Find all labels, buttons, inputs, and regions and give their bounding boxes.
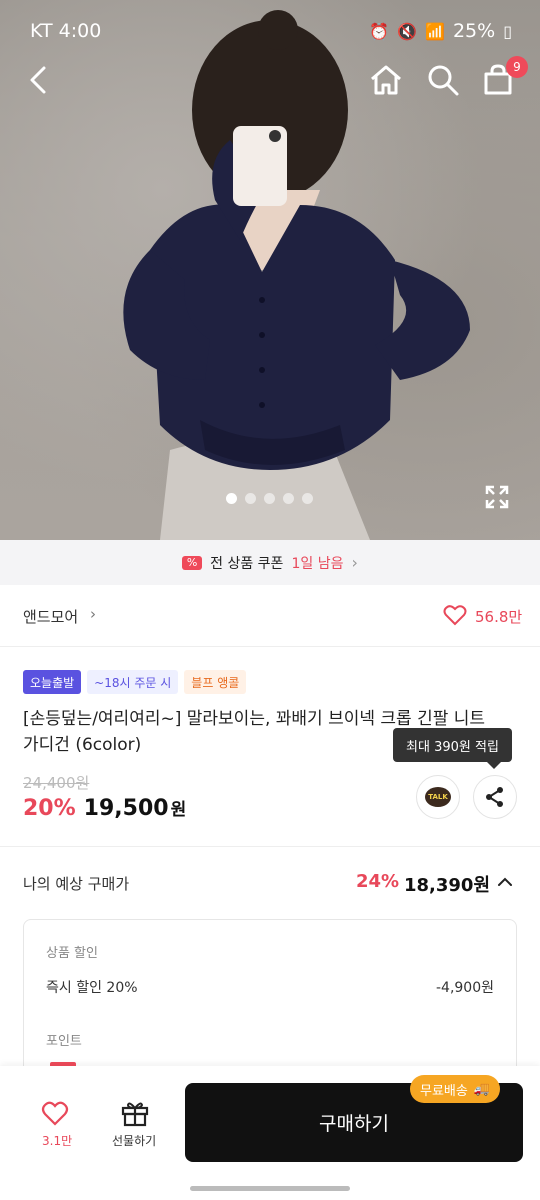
store-like-count: 56.8만 — [475, 608, 523, 626]
share-icon — [486, 787, 503, 807]
mute-icon: 🔇 — [397, 21, 418, 41]
gallery-pagination — [226, 493, 313, 504]
wishlist-count: 3.1만 — [42, 1134, 73, 1148]
gift-label: 선물하기 — [112, 1134, 157, 1148]
chevron-right-icon: › — [90, 605, 96, 623]
original-price: 24,400원 — [23, 774, 90, 792]
battery-icon: ▯ — [503, 21, 512, 41]
coupon-text: 전 상품 쿠폰 — [210, 555, 284, 572]
discount-section-title: 상품 할인 — [46, 946, 98, 961]
status-carrier-time: KT 4:00 — [30, 20, 102, 42]
sale-price: 19,500 — [83, 796, 169, 821]
points-tooltip: 최대 390원 적립 — [393, 728, 512, 762]
free-shipping-badge: 무료배송 🚚 — [410, 1075, 501, 1103]
battery-text: 25% — [452, 20, 496, 42]
heart-icon[interactable] — [443, 604, 467, 626]
gallery-dot[interactable] — [264, 493, 275, 504]
free-shipping-text: 무료배송 — [420, 1083, 468, 1099]
coupon-remaining: 1일 남음 — [291, 555, 344, 572]
home-icon[interactable] — [366, 60, 406, 100]
expected-price: 18,390원 — [404, 875, 491, 896]
wifi-icon: 📶 — [425, 21, 445, 41]
top-navigation — [0, 56, 540, 104]
share-button[interactable] — [473, 775, 517, 819]
section-divider — [0, 846, 540, 847]
expected-price-label: 나의 예상 구매가 — [23, 875, 130, 893]
alarm-icon: ⏰ — [369, 21, 390, 41]
gallery-dot[interactable] — [283, 493, 294, 504]
status-bar: KT 4:00 ⏰ 🔇 📶 25% ▯ — [0, 0, 540, 60]
truck-icon: 🚚 — [473, 1081, 491, 1097]
gallery-dot[interactable] — [245, 493, 256, 504]
instant-discount-label: 즉시 할인 20% — [46, 980, 138, 996]
instant-discount-value: -4,900원 — [435, 980, 494, 996]
expand-icon[interactable] — [484, 484, 510, 510]
price-unit: 원 — [170, 800, 187, 820]
gift-icon[interactable] — [120, 1099, 150, 1127]
badge-today-ship: 오늘출발 — [23, 670, 82, 694]
chevron-right-icon: › — [351, 553, 358, 572]
tooltip-tail — [487, 762, 501, 769]
gallery-dot[interactable] — [302, 493, 313, 504]
search-icon[interactable] — [423, 60, 463, 100]
expected-discount: 24% — [356, 871, 400, 892]
coupon-icon: % — [182, 555, 203, 570]
kakao-talk-icon: TALK — [425, 787, 451, 807]
store-name-link[interactable]: 앤드모어 — [23, 606, 78, 627]
badge-order-time: ~18시 주문 시 — [87, 670, 179, 694]
badge-event: 블프 앵콜 — [184, 670, 247, 694]
discount-rate: 20% — [23, 796, 76, 821]
chevron-up-icon[interactable] — [496, 873, 514, 891]
gallery-dot[interactable] — [226, 493, 237, 504]
coupon-banner[interactable]: % 전 상품 쿠폰 1일 남음 › — [0, 540, 540, 585]
home-indicator — [190, 1186, 350, 1191]
store-row: 앤드모어 › 56.8만 — [0, 585, 540, 647]
wishlist-heart-icon[interactable] — [41, 1100, 69, 1126]
price-line: 20% 19,500 원 — [23, 795, 186, 821]
points-section-title: 포인트 — [46, 1034, 82, 1049]
status-icons: ⏰ 🔇 📶 25% ▯ — [369, 20, 512, 42]
product-badges: 오늘출발 ~18시 주문 시 블프 앵콜 — [23, 670, 247, 694]
back-arrow-icon[interactable] — [22, 60, 58, 100]
cart-count-badge: 9 — [506, 56, 528, 78]
kakao-talk-button[interactable]: TALK — [416, 775, 460, 819]
